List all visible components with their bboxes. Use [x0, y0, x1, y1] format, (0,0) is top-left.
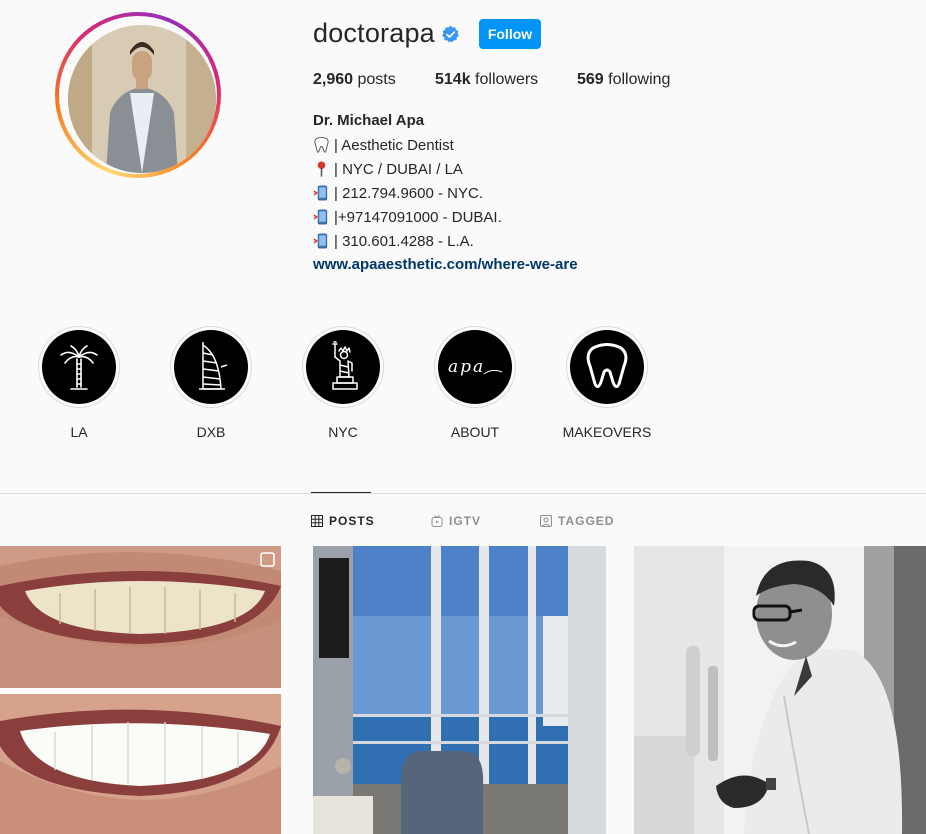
- igtv-icon: [431, 515, 443, 527]
- following-label: following: [608, 71, 671, 88]
- highlight-ring: [302, 326, 384, 408]
- smile-before-after-image: [0, 546, 281, 834]
- followers-label: followers: [475, 71, 539, 88]
- highlight-dxb[interactable]: DXB: [169, 326, 253, 440]
- posts-count: 2,960: [313, 71, 354, 88]
- profile-full-name: Dr. Michael Apa: [313, 112, 425, 129]
- phone-icon: [313, 185, 328, 201]
- statue-of-liberty-icon: [332, 341, 358, 390]
- highlight-la[interactable]: LA: [37, 326, 121, 440]
- highlight-ring: [38, 326, 120, 408]
- tooth-icon: [586, 343, 628, 389]
- tab-label: POSTS: [329, 514, 375, 528]
- apa-logo-text: apa: [448, 357, 485, 377]
- burj-al-arab-icon: [199, 342, 228, 390]
- highlight-ring: [566, 326, 648, 408]
- apa-logo: apa: [448, 357, 503, 377]
- posts-label: posts: [357, 71, 396, 88]
- bio-line: |+97147091000 - DUBAI.: [313, 208, 502, 226]
- profile-username: doctorapa: [313, 18, 435, 48]
- bio-text: |+97147091000 - DUBAI.: [334, 208, 502, 226]
- highlight-label: DXB: [196, 424, 226, 440]
- profile-avatar[interactable]: [55, 12, 221, 178]
- highlight-cover: [570, 330, 644, 404]
- highlight-cover: [174, 330, 248, 404]
- highlight-ring: [170, 326, 252, 408]
- pin-icon: [317, 161, 326, 177]
- verified-badge-icon: [442, 25, 459, 43]
- highlight-about[interactable]: apa ABOUT: [433, 326, 517, 440]
- active-tab-indicator: [311, 492, 371, 493]
- highlight-cover: apa: [438, 330, 512, 404]
- phone-icon: [313, 233, 328, 249]
- highlight-makeovers[interactable]: MAKEOVERS: [563, 326, 651, 440]
- tab-label: IGTV: [449, 514, 482, 528]
- phone-icon: [313, 209, 328, 225]
- following-count: 569: [577, 71, 604, 88]
- highlight-ring: apa: [434, 326, 516, 408]
- bio-line: | Aesthetic Dentist: [313, 136, 454, 154]
- highlight-cover: [42, 330, 116, 404]
- highlight-nyc[interactable]: NYC: [301, 326, 385, 440]
- tooth-icon: [314, 136, 329, 153]
- website-link[interactable]: www.apaaesthetic.com/where-we-are: [313, 256, 578, 273]
- palm-tree-icon: [60, 345, 98, 390]
- ocean-view-room-image: [313, 546, 606, 834]
- section-divider: [0, 493, 926, 494]
- following-link[interactable]: 569 following: [577, 71, 670, 89]
- portrait-bw-image: [634, 546, 926, 834]
- tab-igtv[interactable]: IGTV: [431, 514, 481, 528]
- tab-tagged[interactable]: TAGGED: [540, 514, 614, 528]
- avatar-photo: [68, 25, 216, 173]
- post-thumbnail[interactable]: [0, 546, 281, 834]
- grid-icon: [311, 515, 323, 527]
- avatar-border: [59, 16, 217, 174]
- tagged-icon: [540, 515, 552, 527]
- followers-link[interactable]: 514k followers: [435, 71, 538, 89]
- post-thumbnail[interactable]: [313, 546, 606, 834]
- highlight-label: MAKEOVERS: [562, 424, 652, 440]
- highlight-label: ABOUT: [450, 424, 500, 440]
- bio-line: | NYC / DUBAI / LA: [313, 160, 463, 178]
- highlight-label: LA: [70, 424, 88, 440]
- bio-text: | 212.794.9600 - NYC.: [334, 184, 483, 202]
- posts-stat: 2,960 posts: [313, 71, 396, 89]
- bio-text: | Aesthetic Dentist: [334, 136, 454, 154]
- highlight-label: NYC: [328, 424, 358, 440]
- post-thumbnail[interactable]: [634, 546, 926, 834]
- followers-count: 514k: [435, 71, 471, 88]
- tab-label: TAGGED: [558, 514, 615, 528]
- highlight-cover: [306, 330, 380, 404]
- bio-text: | 310.601.4288 - L.A.: [334, 232, 474, 250]
- bio-line: | 212.794.9600 - NYC.: [313, 184, 483, 202]
- bio-text: | NYC / DUBAI / LA: [334, 160, 463, 178]
- bio-line: | 310.601.4288 - L.A.: [313, 232, 474, 250]
- follow-button[interactable]: Follow: [479, 19, 541, 49]
- tab-posts[interactable]: POSTS: [311, 514, 375, 528]
